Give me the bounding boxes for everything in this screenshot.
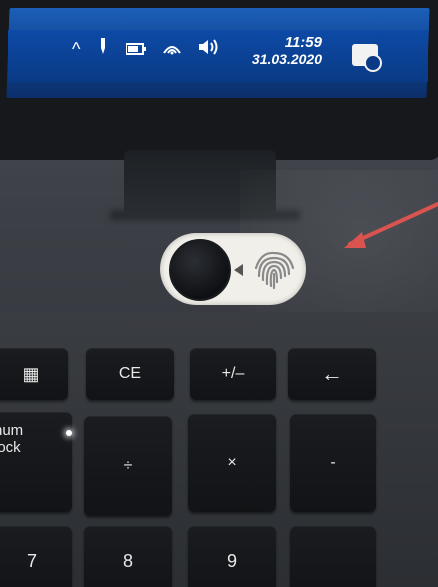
- num-lock-led: [66, 430, 72, 436]
- clock-time: 11:59: [284, 34, 322, 51]
- backspace-key[interactable]: ←: [288, 348, 376, 400]
- photo: ^ 11:59 31.03.2020 ▦ CE +/– ← um ock ÷ ×…: [0, 0, 438, 587]
- minus-key[interactable]: -: [290, 414, 376, 512]
- chevron-up-icon[interactable]: ^: [72, 40, 80, 58]
- annotation-arrow-icon: [344, 202, 438, 248]
- arrow-left-icon: ←: [321, 361, 343, 386]
- calculator-icon: ▦: [22, 363, 40, 384]
- webcam-shutter-icon[interactable]: [169, 239, 231, 301]
- fingerprint-icon: [254, 251, 295, 290]
- calculator-key[interactable]: ▦: [0, 348, 68, 400]
- digit-8-key[interactable]: 8: [84, 526, 172, 587]
- wifi-icon[interactable]: [162, 39, 182, 58]
- plus-minus-key[interactable]: +/–: [190, 348, 276, 400]
- ce-key[interactable]: CE: [86, 348, 174, 400]
- digit-9-key[interactable]: 9: [188, 526, 276, 587]
- notification-icon[interactable]: [352, 44, 382, 72]
- arrow-left-icon: [234, 264, 243, 276]
- divide-key[interactable]: ÷: [84, 416, 172, 516]
- volume-icon[interactable]: [198, 39, 220, 58]
- keypad-key[interactable]: [290, 526, 376, 587]
- clock-date: 31.03.2020: [251, 51, 322, 67]
- num-lock-key[interactable]: num lock: [0, 412, 72, 512]
- taskbar-clock[interactable]: 11:59 31.03.2020: [244, 34, 322, 67]
- multiply-key[interactable]: ×: [188, 414, 276, 512]
- battery-icon[interactable]: [125, 40, 147, 58]
- digit-7-key[interactable]: 7: [0, 526, 72, 587]
- pen-icon[interactable]: [96, 38, 110, 59]
- system-tray: ^: [72, 38, 220, 59]
